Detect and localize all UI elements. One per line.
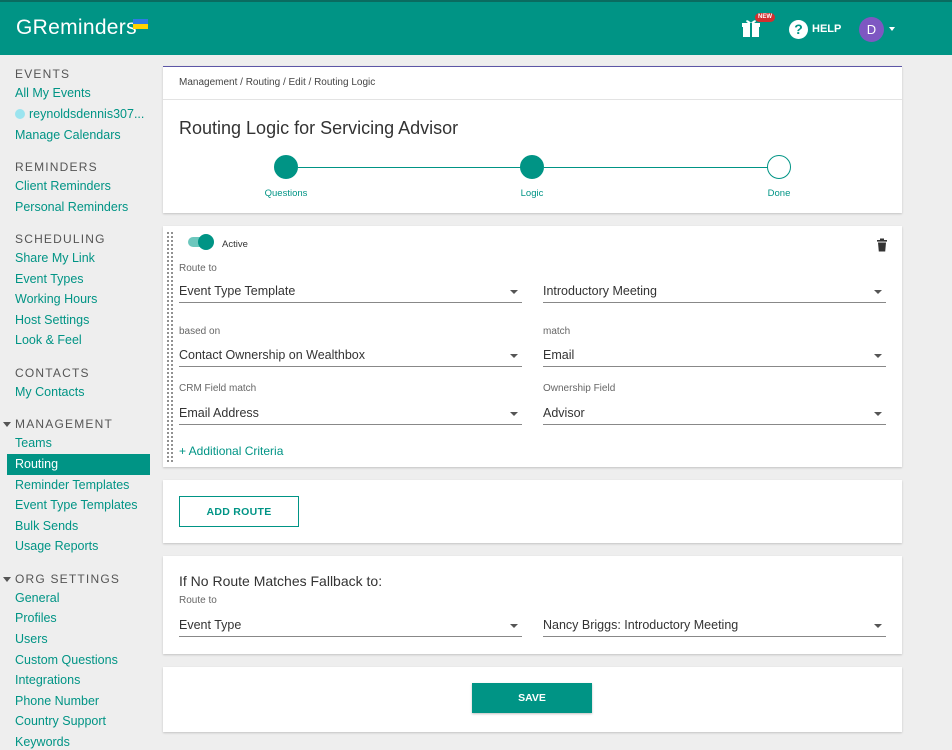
sidebar-section-scheduling: SCHEDULING (15, 232, 106, 246)
active-toggle-knob[interactable] (198, 234, 214, 250)
dropdown-arrow-icon (874, 354, 882, 358)
fallback-title: If No Route Matches Fallback to: (179, 573, 383, 589)
crm-field-match-select[interactable]: Email Address (179, 403, 522, 425)
caret-down-icon[interactable] (3, 422, 11, 427)
sidebar-item-host-settings[interactable]: Host Settings (15, 313, 89, 327)
based-on-label: based on (179, 326, 221, 337)
save-card: SAVE (163, 667, 902, 732)
step-connector (298, 167, 533, 168)
sidebar-item-general[interactable]: General (15, 591, 59, 605)
sidebar-item-my-contacts[interactable]: My Contacts (15, 385, 84, 399)
sidebar-item-event-type-templates[interactable]: Event Type Templates (15, 498, 138, 512)
route-to-value: Event Type Template (179, 284, 296, 298)
sidebar-item-integrations[interactable]: Integrations (15, 673, 80, 687)
sidebar-item-country-support[interactable]: Country Support (15, 714, 106, 728)
route-rule-card: Active Route to Event Type Template Intr… (163, 226, 902, 467)
match-value: Email (543, 348, 575, 362)
new-badge: NEW (755, 13, 775, 22)
routing-header-card: Management / Routing / Edit / Routing Lo… (163, 66, 902, 213)
step-logic-label: Logic (520, 188, 544, 199)
match-label: match (543, 326, 571, 337)
step-questions-label: Questions (264, 188, 308, 199)
fallback-card: If No Route Matches Fallback to: Route t… (163, 556, 902, 654)
sidebar-item-calendar-account[interactable]: reynoldsdennis307... (15, 107, 144, 121)
sidebar-item-reminder-templates[interactable]: Reminder Templates (15, 478, 129, 492)
step-done-label: Done (767, 188, 791, 199)
crm-field-match-value: Email Address (179, 406, 259, 420)
step-logic-indicator[interactable] (520, 155, 544, 179)
sidebar-item-teams[interactable]: Teams (15, 436, 52, 450)
sidebar-item-keywords[interactable]: Keywords (15, 735, 70, 749)
dropdown-arrow-icon (510, 624, 518, 628)
route-to-label: Route to (179, 263, 217, 274)
avatar[interactable]: D (859, 17, 884, 42)
sidebar-item-phone-number[interactable]: Phone Number (15, 694, 99, 708)
sidebar-item-working-hours[interactable]: Working Hours (15, 292, 97, 306)
dropdown-arrow-icon (874, 412, 882, 416)
sidebar-section-org-settings[interactable]: ORG SETTINGS (15, 572, 120, 586)
sidebar-section-reminders: REMINDERS (15, 160, 98, 174)
fallback-route-to-select[interactable]: Event Type (179, 615, 522, 637)
fallback-target-select[interactable]: Nancy Briggs: Introductory Meeting (543, 615, 886, 637)
sidebar-section-events: EVENTS (15, 67, 71, 81)
ownership-field-select[interactable]: Advisor (543, 403, 886, 425)
add-route-button[interactable]: ADD ROUTE (179, 496, 299, 527)
based-on-value: Contact Ownership on Wealthbox (179, 348, 365, 362)
help-button[interactable]: ? HELP (789, 18, 841, 40)
step-questions-indicator[interactable] (274, 155, 298, 179)
ownership-field-value: Advisor (543, 406, 585, 420)
sidebar-section-management[interactable]: MANAGEMENT (15, 417, 113, 431)
ownership-field-label: Ownership Field (543, 383, 616, 394)
caret-down-icon[interactable] (3, 577, 11, 582)
fallback-target-value: Nancy Briggs: Introductory Meeting (543, 618, 739, 632)
step-done-indicator[interactable] (767, 155, 791, 179)
trash-icon[interactable] (876, 238, 888, 252)
top-bar: GReminders NEW ? HELP D (0, 0, 952, 55)
dropdown-arrow-icon (874, 290, 882, 294)
sidebar: EVENTS All My Events reynoldsdennis307..… (0, 55, 155, 750)
crm-field-match-label: CRM Field match (179, 383, 257, 394)
help-label: HELP (812, 23, 842, 35)
chevron-down-icon[interactable] (889, 27, 895, 31)
ukraine-flag-icon (133, 19, 148, 29)
calendar-status-dot (15, 109, 25, 119)
sidebar-item-users[interactable]: Users (15, 632, 48, 646)
sidebar-item-share-my-link[interactable]: Share My Link (15, 251, 95, 265)
sidebar-item-profiles[interactable]: Profiles (15, 611, 57, 625)
route-to-select[interactable]: Event Type Template (179, 281, 522, 303)
fallback-route-to-label: Route to (179, 595, 217, 606)
sidebar-item-event-types[interactable]: Event Types (15, 272, 84, 286)
step-connector (544, 167, 769, 168)
sidebar-item-all-my-events[interactable]: All My Events (15, 86, 91, 100)
dropdown-arrow-icon (510, 290, 518, 294)
drag-handle[interactable] (166, 231, 173, 463)
route-target-select[interactable]: Introductory Meeting (543, 281, 886, 303)
sidebar-item-bulk-sends[interactable]: Bulk Sends (15, 519, 78, 533)
based-on-select[interactable]: Contact Ownership on Wealthbox (179, 345, 522, 367)
sidebar-item-personal-reminders[interactable]: Personal Reminders (15, 200, 128, 214)
save-button[interactable]: SAVE (472, 683, 592, 713)
calendar-account-label: reynoldsdennis307... (29, 107, 145, 121)
sidebar-item-client-reminders[interactable]: Client Reminders (15, 179, 111, 193)
breadcrumb[interactable]: Management / Routing / Edit / Routing Lo… (179, 77, 375, 88)
add-route-card: ADD ROUTE (163, 480, 902, 543)
dropdown-arrow-icon (510, 354, 518, 358)
divider (163, 99, 902, 100)
fallback-route-to-value: Event Type (179, 618, 242, 632)
help-icon: ? (789, 19, 808, 39)
sidebar-item-look-feel[interactable]: Look & Feel (15, 333, 82, 347)
dropdown-arrow-icon (510, 412, 518, 416)
route-target-value: Introductory Meeting (543, 284, 657, 298)
dropdown-arrow-icon (874, 624, 882, 628)
app-logo[interactable]: GReminders (16, 16, 137, 40)
page-title: Routing Logic for Servicing Advisor (179, 118, 459, 138)
sidebar-section-contacts: CONTACTS (15, 366, 90, 380)
sidebar-item-usage-reports[interactable]: Usage Reports (15, 539, 98, 553)
match-select[interactable]: Email (543, 345, 886, 367)
sidebar-item-custom-questions[interactable]: Custom Questions (15, 653, 118, 667)
sidebar-item-manage-calendars[interactable]: Manage Calendars (15, 128, 121, 142)
additional-criteria-link[interactable]: + Additional Criteria (179, 444, 283, 458)
active-label: Active (222, 239, 248, 250)
sidebar-item-routing[interactable]: Routing (7, 454, 150, 475)
